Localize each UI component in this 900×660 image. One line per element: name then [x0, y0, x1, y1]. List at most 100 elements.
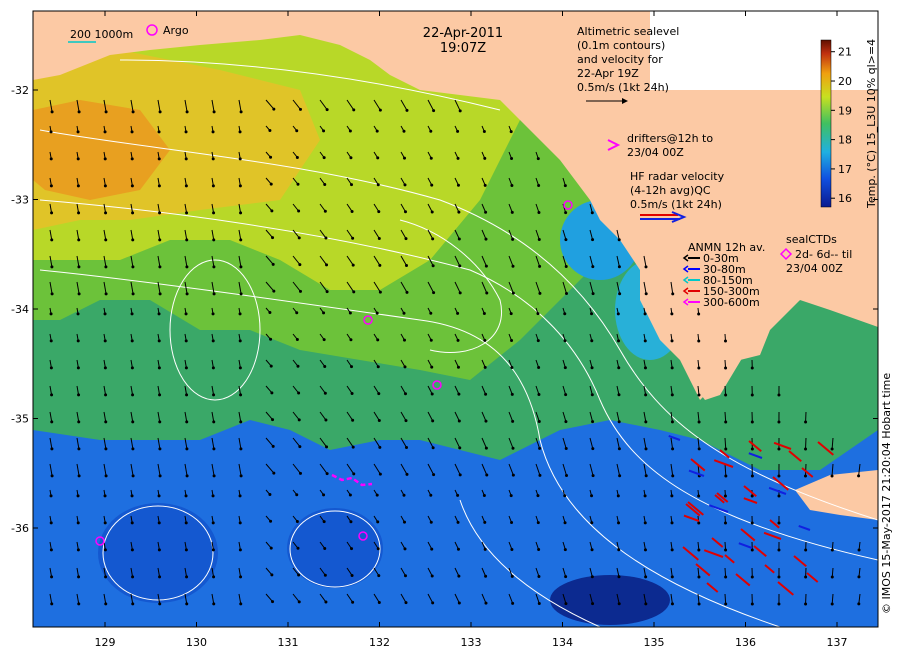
velocity-arrow-tip	[76, 521, 80, 525]
velocity-arrow-tip	[325, 290, 329, 294]
velocity-arrow-tip	[298, 107, 302, 111]
velocity-arrow-tip	[804, 548, 808, 552]
velocity-arrow-tip	[536, 157, 540, 161]
velocity-arrow-tip	[157, 130, 161, 134]
velocity-arrow-tip	[103, 312, 107, 316]
velocity-arrow-tip	[456, 338, 460, 342]
velocity-arrow-tip	[563, 366, 567, 370]
velocity-arrow-tip	[130, 521, 134, 525]
velocity-arrow-tip	[510, 547, 514, 551]
velocity-arrow-tip	[50, 420, 54, 424]
velocity-arrow-tip	[350, 547, 354, 551]
velocity-arrow-tip	[777, 575, 781, 579]
velocity-arrow-tip	[158, 110, 162, 114]
velocity-arrow-tip	[238, 157, 242, 161]
velocity-arrow-tip	[376, 183, 380, 187]
velocity-arrow-tip	[268, 129, 272, 133]
velocity-arrow-tip	[484, 601, 488, 605]
velocity-arrow-tip	[158, 265, 162, 269]
bathy-legend-label: 200 1000m	[70, 28, 133, 41]
velocity-arrow-tip	[431, 419, 435, 423]
velocity-arrow-tip	[724, 575, 728, 579]
velocity-arrow-tip	[697, 366, 701, 370]
velocity-arrow-tip	[777, 447, 781, 451]
velocity-arrow-tip	[430, 574, 434, 578]
velocity-arrow-tip	[405, 290, 409, 294]
velocity-arrow-tip	[402, 338, 406, 342]
velocity-arrow-tip	[750, 575, 754, 579]
velocity-arrow-tip	[157, 184, 161, 188]
velocity-arrow-tip	[830, 575, 834, 579]
velocity-arrow-tip	[590, 211, 594, 215]
hf-radar-line-1: HF radar velocity	[630, 170, 725, 183]
velocity-arrow-tip	[103, 157, 107, 161]
velocity-arrow-tip	[350, 573, 354, 577]
velocity-arrow-tip	[322, 156, 326, 160]
velocity-arrow-tip	[49, 184, 53, 188]
velocity-arrow-tip	[565, 473, 569, 477]
velocity-arrow-tip	[185, 265, 189, 269]
velocity-arrow-tip	[158, 575, 162, 579]
velocity-arrow-tip	[272, 471, 276, 475]
velocity-arrow-tip	[538, 473, 542, 477]
velocity-arrow-tip	[563, 521, 567, 525]
velocity-arrow-tip	[617, 521, 621, 525]
velocity-arrow-tip	[76, 366, 80, 370]
velocity-arrow-tip	[104, 265, 108, 269]
velocity-arrow-tip	[76, 157, 80, 161]
velocity-arrow-tip	[271, 444, 275, 448]
velocity-arrow-tip	[130, 312, 134, 316]
velocity-arrow-tip	[537, 237, 541, 241]
velocity-arrow-tip	[697, 521, 701, 525]
velocity-arrow-tip	[590, 548, 594, 552]
velocity-arrow-tip	[670, 602, 674, 606]
velocity-arrow-tip	[103, 548, 107, 552]
velocity-arrow-tip	[430, 210, 434, 214]
velocity-arrow-tip	[483, 547, 487, 551]
velocity-arrow-tip	[697, 312, 701, 316]
velocity-arrow-tip	[49, 312, 53, 316]
velocity-arrow-tip	[238, 130, 242, 134]
colorbar-label: Temp. (°C) 15_L3U 10% ql>=4	[865, 39, 878, 209]
velocity-arrow-tip	[104, 110, 108, 114]
velocity-arrow-tip	[211, 312, 215, 316]
velocity-arrow-tip	[349, 156, 353, 160]
velocity-arrow-tip	[49, 366, 53, 370]
velocity-arrow-tip	[429, 493, 433, 497]
velocity-arrow-tip	[239, 420, 243, 424]
velocity-arrow-tip	[564, 447, 568, 451]
velocity-arrow-tip	[350, 365, 354, 369]
velocity-arrow-tip	[403, 392, 407, 396]
velocity-arrow-tip	[212, 420, 216, 424]
velocity-arrow-tip	[511, 446, 515, 450]
velocity-arrow-tip	[49, 130, 53, 134]
velocity-arrow-tip	[456, 365, 460, 369]
velocity-arrow-tip	[212, 393, 216, 397]
y-tick-label: -35	[11, 413, 29, 426]
velocity-arrow-tip	[270, 391, 274, 395]
velocity-arrow-tip	[158, 420, 162, 424]
velocity-arrow-tip	[671, 292, 675, 296]
velocity-arrow-tip	[724, 548, 728, 552]
altimetry-line-2: (0.1m contours)	[577, 39, 665, 52]
velocity-arrow-tip	[131, 211, 135, 215]
velocity-arrow-tip	[352, 472, 356, 476]
velocity-arrow-tip	[724, 393, 728, 397]
velocity-arrow-tip	[377, 418, 381, 422]
velocity-arrow-tip	[670, 312, 674, 316]
velocity-arrow-tip	[511, 237, 515, 241]
velocity-arrow-tip	[510, 210, 514, 214]
velocity-arrow-tip	[484, 446, 488, 450]
velocity-arrow-tip	[644, 602, 648, 606]
velocity-arrow-tip	[351, 418, 355, 422]
velocity-arrow-tip	[131, 420, 135, 424]
velocity-arrow-tip	[750, 521, 754, 525]
velocity-arrow-tip	[431, 264, 435, 268]
velocity-arrow-tip	[298, 471, 302, 475]
x-tick-label: 130	[186, 636, 207, 649]
velocity-arrow-tip	[430, 392, 434, 396]
velocity-arrow-tip	[322, 520, 326, 524]
velocity-arrow-tip	[349, 520, 353, 524]
velocity-arrow-tip	[404, 264, 408, 268]
velocity-arrow-tip	[158, 447, 162, 451]
